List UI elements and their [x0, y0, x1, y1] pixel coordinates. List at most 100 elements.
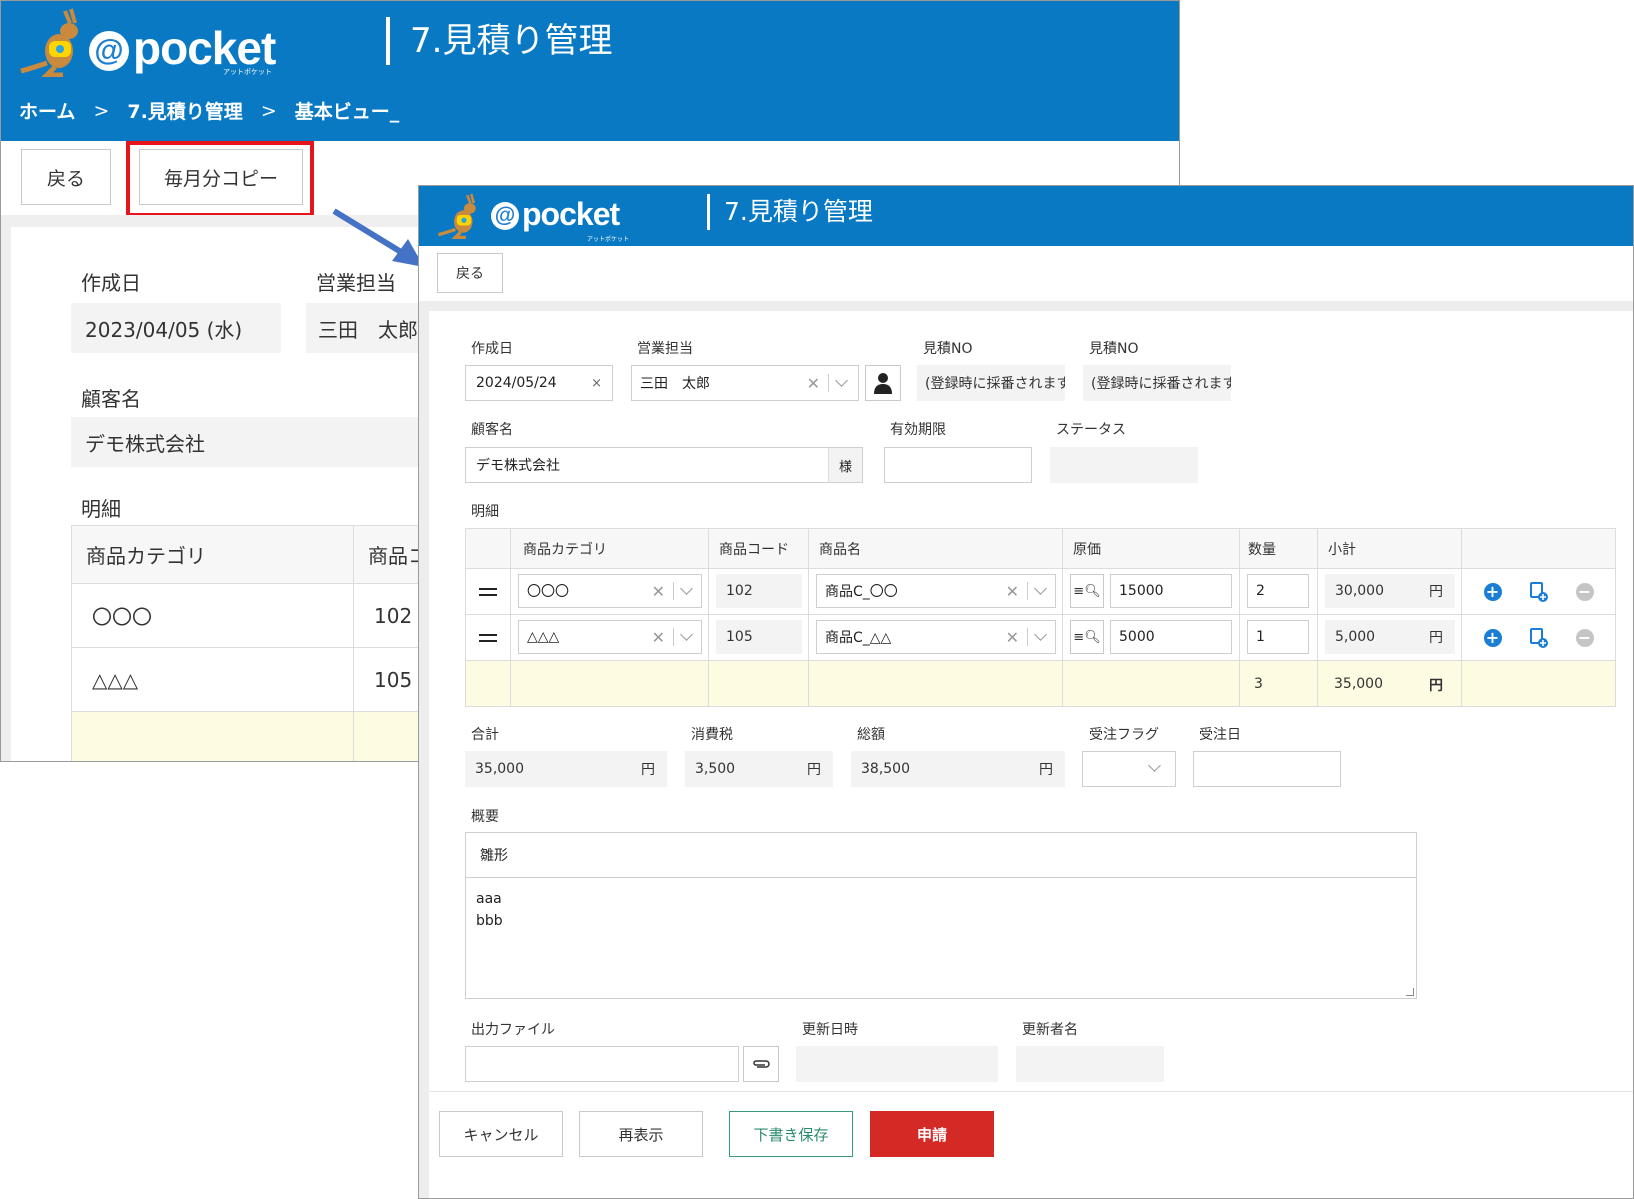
- back-button[interactable]: 戻る: [437, 253, 503, 293]
- row-actions: + −: [1462, 581, 1615, 603]
- breadcrumb-home[interactable]: ホーム: [19, 97, 75, 124]
- chevron-down-icon[interactable]: [835, 374, 848, 387]
- drag-handle-icon[interactable]: [479, 587, 497, 596]
- redisplay-button[interactable]: 再表示: [579, 1111, 703, 1157]
- logo-wordmark: pocket: [133, 22, 276, 74]
- monthly-copy-button[interactable]: 毎月分コピー: [139, 149, 303, 205]
- quote-no-label-2: 見積NO: [1089, 341, 1139, 357]
- front-form-panel: 作成日 2024/05/24 × 営業担当 三田 太郎 ✕ 見積NO (登録時に…: [429, 311, 1633, 1198]
- code-value: 105: [716, 620, 802, 654]
- person-icon: [874, 373, 892, 394]
- select-separator: [828, 374, 829, 392]
- add-circle-icon[interactable]: +: [1483, 628, 1502, 647]
- cost-input[interactable]: 5000: [1110, 620, 1232, 654]
- person-picker-button[interactable]: [865, 365, 901, 401]
- qty-input[interactable]: 1: [1247, 620, 1309, 654]
- logo-wordmark: pocket: [522, 196, 620, 232]
- logo-at-mark: @: [491, 202, 519, 230]
- order-flag-select[interactable]: [1082, 751, 1176, 787]
- sales-select-value: 三田 太郎: [640, 376, 710, 392]
- back-button[interactable]: 戻る: [21, 149, 111, 205]
- chevron-down-icon[interactable]: [1034, 628, 1047, 641]
- yen-unit: 円: [1429, 584, 1443, 600]
- tax-value: 3,500 円: [685, 751, 833, 787]
- category-select[interactable]: 〇〇〇 ✕: [518, 574, 702, 608]
- table-row: △△△ ✕ 105 商品C_△△ ✕ ≡🔍︎ 5000 1 5,000 円 + …: [465, 614, 1616, 661]
- table-cell: △△△: [71, 647, 354, 712]
- product-select[interactable]: 商品C_△△ ✕: [816, 620, 1056, 654]
- customer-input[interactable]: デモ株式会社 様: [465, 447, 863, 483]
- apply-button[interactable]: 申請: [870, 1111, 994, 1157]
- search-list-icon[interactable]: ≡🔍︎: [1070, 620, 1104, 654]
- breadcrumb-separator: >: [93, 99, 110, 122]
- add-circle-icon[interactable]: +: [1483, 582, 1502, 601]
- sales-select[interactable]: 三田 太郎 ✕: [631, 365, 859, 401]
- clear-x-icon[interactable]: ✕: [652, 628, 665, 647]
- category-select[interactable]: △△△ ✕: [518, 620, 702, 654]
- select-separator: [1027, 628, 1028, 646]
- total-qty: 3: [1239, 660, 1318, 707]
- chevron-down-icon[interactable]: [680, 628, 693, 641]
- subtotal-cell: 30,000 円: [1317, 568, 1462, 615]
- total-row-cell: [1062, 660, 1240, 707]
- column-header: [1461, 528, 1616, 569]
- product-value: 商品C_〇〇: [825, 584, 898, 600]
- total-subtotal: 35,000: [1334, 675, 1383, 692]
- remove-circle-icon[interactable]: −: [1575, 628, 1594, 647]
- table-cell: 〇〇〇: [71, 583, 354, 648]
- detail-label: 明細: [81, 497, 121, 521]
- back-logo: @ pocket: [89, 22, 276, 74]
- summary-body-textarea[interactable]: aaa bbb: [465, 877, 1417, 999]
- order-date-input[interactable]: [1193, 751, 1341, 787]
- cost-input[interactable]: 15000: [1110, 574, 1232, 608]
- summary-body-line: bbb: [476, 913, 503, 929]
- remove-circle-icon[interactable]: −: [1575, 582, 1594, 601]
- created-date-input[interactable]: 2024/05/24 ×: [465, 365, 613, 401]
- row-actions-cell: + −: [1461, 614, 1616, 661]
- yen-unit: 円: [1429, 630, 1443, 646]
- gross-label: 総額: [857, 727, 885, 743]
- logo-subtext: アットポケット: [587, 236, 630, 243]
- tax-text: 3,500: [695, 761, 736, 777]
- select-controls: ✕: [1006, 582, 1047, 601]
- product-select[interactable]: 商品C_〇〇 ✕: [816, 574, 1056, 608]
- qty-input[interactable]: 2: [1247, 574, 1309, 608]
- clear-x-icon[interactable]: ✕: [807, 374, 820, 393]
- cancel-button[interactable]: キャンセル: [439, 1111, 563, 1157]
- summary-title-input[interactable]: 雛形: [465, 832, 1417, 878]
- total-row-cell: [465, 660, 511, 707]
- output-file-label: 出力ファイル: [471, 1022, 555, 1038]
- cost-cell: ≡🔍︎ 5000: [1062, 614, 1240, 661]
- chevron-down-icon[interactable]: [1034, 582, 1047, 595]
- customer-input-value: デモ株式会社: [476, 458, 560, 474]
- yen-unit: 円: [807, 762, 821, 778]
- copy-row-icon[interactable]: [1529, 581, 1549, 603]
- front-header: @ pocket アットポケット 7.見積り管理: [419, 186, 1633, 246]
- draft-save-button[interactable]: 下書き保存: [729, 1111, 853, 1157]
- clear-x-icon[interactable]: ✕: [652, 582, 665, 601]
- output-file-input[interactable]: [465, 1046, 739, 1082]
- attach-file-button[interactable]: [743, 1046, 779, 1082]
- category-cell: △△△ ✕: [510, 614, 709, 661]
- sum-label: 合計: [471, 727, 499, 743]
- chevron-down-icon[interactable]: [680, 582, 693, 595]
- transition-arrow-icon: [332, 208, 424, 267]
- total-row-cell: [1461, 660, 1616, 707]
- expiry-label: 有効期限: [890, 422, 946, 438]
- category-value: △△△: [527, 629, 560, 645]
- select-controls: ✕: [652, 628, 693, 647]
- row-actions-cell: + −: [1461, 568, 1616, 615]
- resize-handle-icon[interactable]: [1406, 988, 1414, 996]
- drag-handle-icon[interactable]: [479, 633, 497, 642]
- status-label: ステータス: [1056, 422, 1126, 438]
- search-list-icon[interactable]: ≡🔍︎: [1070, 574, 1104, 608]
- clear-x-icon[interactable]: ✕: [1006, 628, 1019, 647]
- code-cell: 102: [708, 568, 809, 615]
- clear-x-icon[interactable]: ✕: [1006, 582, 1019, 601]
- clear-x-icon[interactable]: ×: [591, 376, 602, 391]
- expiry-input[interactable]: [884, 447, 1032, 483]
- copy-row-icon[interactable]: [1529, 627, 1549, 649]
- breadcrumb-quotes[interactable]: 7.見積り管理: [127, 97, 242, 124]
- logo-at-mark: @: [89, 31, 129, 71]
- breadcrumb-view[interactable]: 基本ビュー_: [295, 97, 400, 124]
